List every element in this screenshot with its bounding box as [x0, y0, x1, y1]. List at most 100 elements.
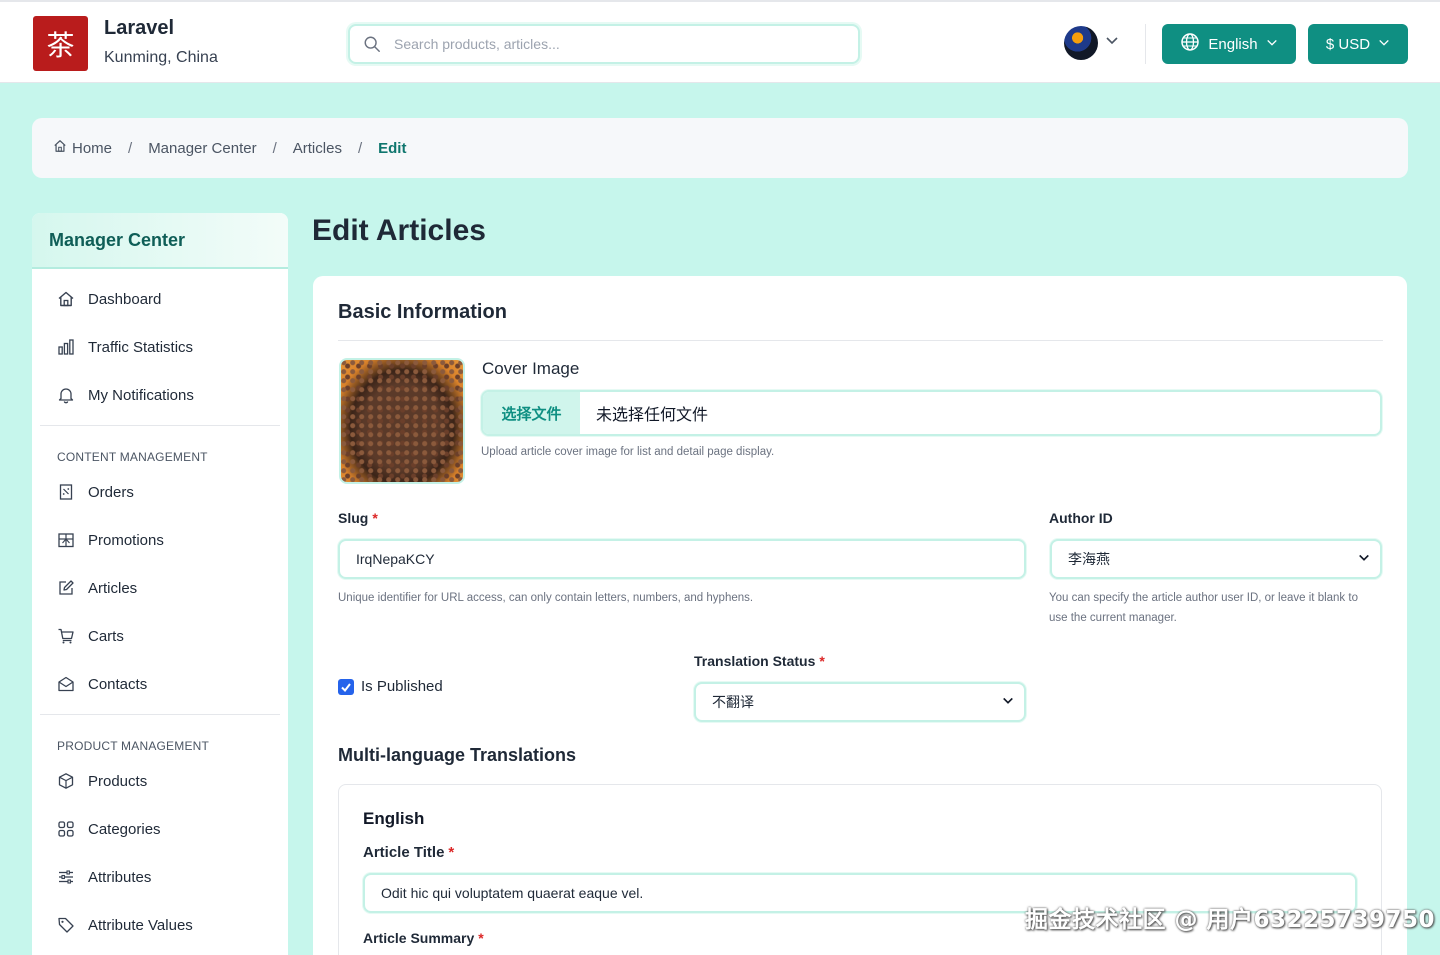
article-title-label: Article Title * — [363, 844, 454, 861]
breadcrumb-home[interactable]: Home — [53, 139, 112, 157]
brand-name[interactable]: Laravel — [104, 17, 174, 40]
author-value: 李海燕 — [1068, 551, 1110, 567]
search-box[interactable] — [348, 24, 860, 64]
currency-label: $ USD — [1325, 35, 1371, 53]
sidebar-item-label: Orders — [88, 483, 134, 501]
sidebar-item-orders[interactable]: Orders — [40, 468, 280, 516]
sidebar-item-attributes[interactable]: Attributes — [40, 853, 280, 901]
cover-image-label: Cover Image — [482, 359, 580, 378]
required-marker: * — [372, 510, 378, 526]
required-marker: * — [819, 653, 825, 669]
cover-image-preview — [339, 358, 465, 484]
breadcrumb-separator: / — [128, 139, 133, 157]
sidebar-item-label: Contacts — [88, 675, 148, 693]
cover-file-input[interactable]: 选择文件 未选择任何文件 — [481, 390, 1382, 436]
page-title: Edit Articles — [312, 214, 486, 247]
sidebar-divider — [40, 425, 280, 426]
choose-file-button[interactable]: 选择文件 — [483, 392, 580, 434]
translation-status-value: 不翻译 — [712, 694, 754, 710]
gift-icon — [57, 531, 75, 549]
sidebar-section-content: CONTENT MANAGEMENT — [57, 450, 208, 464]
grid-icon — [57, 820, 75, 838]
slug-input[interactable]: IrqNepaKCY — [338, 539, 1026, 579]
breadcrumb: Home / Manager Center / Articles / Edit — [32, 118, 1408, 178]
sidebar-item-promotions[interactable]: Promotions — [40, 516, 280, 564]
sidebar-item-products[interactable]: Products — [40, 757, 280, 805]
sidebar-item-label: Promotions — [88, 531, 164, 549]
form-card: Basic Information Cover Image 选择文件 未选择任何… — [313, 276, 1407, 955]
sidebar-item-articles[interactable]: Articles — [40, 564, 280, 612]
translation-status-label: Translation Status * — [694, 653, 825, 669]
bell-icon — [57, 386, 75, 404]
cart-icon — [57, 627, 75, 645]
search-icon — [362, 34, 382, 54]
breadcrumb-manager-center[interactable]: Manager Center — [148, 140, 256, 157]
sidebar-item-label: My Notifications — [88, 386, 194, 404]
sidebar-item-traffic-statistics[interactable]: Traffic Statistics — [40, 323, 280, 371]
author-help-line: You can specify the article author user … — [1049, 592, 1358, 604]
sidebar-item-label: Articles — [88, 579, 138, 597]
sidebar-item-carts[interactable]: Carts — [40, 612, 280, 660]
language-button[interactable]: English — [1162, 24, 1296, 64]
sidebar-item-my-notifications[interactable]: My Notifications — [40, 371, 280, 419]
receipt-icon — [57, 483, 75, 501]
article-title-label-text: Article Title — [363, 844, 445, 861]
sidebar-item-label: Products — [88, 772, 148, 790]
language-label: English — [1208, 35, 1258, 53]
sidebar-title: Manager Center — [32, 213, 288, 269]
chevron-down-icon — [1358, 551, 1370, 567]
sidebar-item-label: Carts — [88, 627, 124, 645]
bar-chart-icon — [57, 338, 75, 356]
translation-language: English — [363, 809, 425, 828]
slug-label: Slug * — [338, 510, 378, 526]
card-title: Basic Information — [338, 301, 507, 323]
slug-label-text: Slug — [338, 510, 369, 526]
sidebar-item-label: Attribute Values — [88, 916, 193, 934]
required-marker: * — [478, 930, 484, 946]
sidebar-section-product: PRODUCT MANAGEMENT — [57, 739, 210, 753]
home-icon — [57, 290, 75, 308]
author-label: Author ID — [1049, 510, 1113, 526]
sidebar: Manager Center Dashboard Traffic Statist… — [32, 213, 288, 955]
breadcrumb-current: Edit — [378, 139, 407, 157]
brand-logo[interactable]: 茶 — [33, 16, 88, 71]
author-help-text: You can specify the article author user … — [1049, 588, 1358, 628]
search-input[interactable] — [394, 36, 834, 52]
sidebar-item-label: Categories — [88, 820, 161, 838]
article-summary-label: Article Summary * — [363, 930, 484, 946]
chevron-down-icon[interactable] — [1105, 34, 1119, 53]
globe-icon — [1180, 32, 1200, 56]
currency-button[interactable]: $ USD — [1308, 24, 1408, 64]
sidebar-item-label: Attributes — [88, 868, 152, 886]
top-header: 茶 Laravel Kunming, China English $ USD — [0, 0, 1440, 83]
translation-status-select[interactable]: 不翻译 — [694, 682, 1026, 722]
sidebar-item-categories[interactable]: Categories — [40, 805, 280, 853]
is-published-label[interactable]: Is Published — [361, 678, 443, 695]
translations-title: Multi-language Translations — [338, 745, 577, 765]
breadcrumb-home-label: Home — [72, 139, 113, 157]
home-icon — [53, 139, 67, 157]
sidebar-item-label: Dashboard — [88, 290, 162, 308]
envelope-open-icon — [57, 675, 75, 693]
is-published-checkbox[interactable] — [338, 679, 354, 695]
chevron-down-icon — [1002, 694, 1014, 710]
sidebar-item-label: Traffic Statistics — [88, 338, 194, 356]
slug-value: IrqNepaKCY — [356, 551, 435, 567]
sliders-icon — [57, 868, 75, 886]
sidebar-item-contacts[interactable]: Contacts — [40, 660, 280, 708]
sidebar-item-attribute-values[interactable]: Attribute Values — [40, 901, 280, 949]
user-avatar[interactable] — [1064, 26, 1098, 60]
translation-status-label-text: Translation Status — [694, 653, 816, 669]
chevron-down-icon — [1266, 36, 1278, 53]
file-status: 未选择任何文件 — [596, 407, 709, 424]
required-marker: * — [448, 844, 455, 861]
author-help-line: use the current manager. — [1049, 612, 1177, 624]
breadcrumb-articles[interactable]: Articles — [293, 140, 342, 157]
sidebar-item-dashboard[interactable]: Dashboard — [40, 275, 280, 323]
author-select[interactable]: 李海燕 — [1050, 539, 1382, 579]
breadcrumb-separator: / — [272, 139, 277, 157]
sidebar-divider — [40, 714, 280, 715]
tag-icon — [57, 916, 75, 934]
article-title-value: Odit hic qui voluptatem quaerat eaque ve… — [381, 885, 644, 901]
cover-help-text: Upload article cover image for list and … — [481, 446, 775, 458]
